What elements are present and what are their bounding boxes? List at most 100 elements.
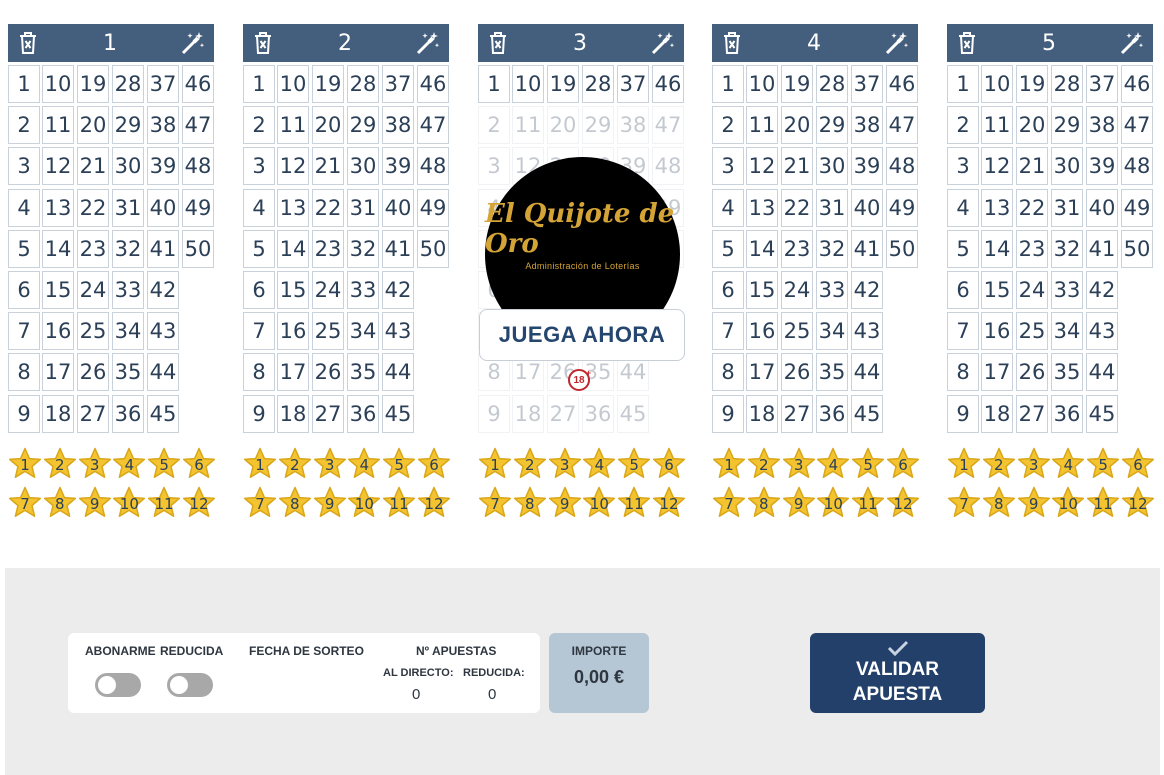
number-cell[interactable]: 42 — [851, 271, 883, 309]
number-cell[interactable]: 36 — [347, 394, 379, 433]
number-cell[interactable]: 11 — [746, 106, 778, 145]
star-cell[interactable]: 2 — [43, 447, 77, 481]
star-cell[interactable]: 1 — [8, 447, 42, 481]
number-cell[interactable]: 9 — [243, 394, 275, 433]
trash-icon[interactable] — [486, 30, 510, 56]
star-cell[interactable]: 1 — [712, 447, 746, 481]
number-cell[interactable]: 48 — [1121, 147, 1153, 186]
number-cell[interactable]: 24 — [77, 271, 109, 309]
number-cell[interactable]: 25 — [312, 312, 344, 351]
number-cell[interactable]: 31 — [816, 188, 848, 227]
number-cell[interactable]: 20 — [1016, 106, 1048, 145]
number-cell[interactable]: 39 — [1086, 147, 1118, 186]
number-cell[interactable]: 32 — [1051, 229, 1083, 268]
number-cell[interactable]: 7 — [243, 312, 275, 351]
number-cell[interactable]: 12 — [277, 147, 309, 186]
number-cell[interactable]: 5 — [947, 229, 979, 268]
number-cell[interactable]: 24 — [312, 271, 344, 309]
number-cell[interactable]: 29 — [347, 106, 379, 145]
number-cell[interactable]: 18 — [42, 394, 74, 433]
number-cell[interactable]: 13 — [277, 188, 309, 227]
star-cell[interactable]: 9 — [782, 486, 816, 520]
magic-wand-icon[interactable] — [1119, 30, 1145, 56]
number-cell[interactable]: 7 — [712, 312, 744, 351]
star-cell[interactable]: 9 — [548, 486, 582, 520]
number-cell[interactable]: 15 — [42, 271, 74, 309]
number-cell[interactable]: 8 — [712, 353, 744, 392]
number-cell[interactable]: 1 — [478, 65, 510, 103]
number-cell[interactable]: 3 — [243, 147, 275, 186]
number-cell[interactable]: 2 — [243, 106, 275, 145]
trash-icon[interactable] — [720, 30, 744, 56]
number-cell[interactable]: 35 — [816, 353, 848, 392]
number-cell[interactable]: 34 — [347, 312, 379, 351]
number-cell[interactable]: 26 — [312, 353, 344, 392]
star-cell[interactable]: 3 — [1017, 447, 1051, 481]
star-cell[interactable]: 9 — [78, 486, 112, 520]
number-cell[interactable]: 1 — [712, 65, 744, 103]
number-cell[interactable]: 21 — [1016, 147, 1048, 186]
star-cell[interactable]: 10 — [347, 486, 381, 520]
number-cell[interactable]: 41 — [851, 229, 883, 268]
number-cell[interactable]: 44 — [851, 353, 883, 392]
star-cell[interactable]: 11 — [617, 486, 651, 520]
star-cell[interactable]: 8 — [747, 486, 781, 520]
number-cell[interactable]: 44 — [382, 353, 414, 392]
number-cell[interactable]: 25 — [781, 312, 813, 351]
number-cell[interactable]: 44 — [147, 353, 179, 392]
star-cell[interactable]: 6 — [652, 447, 686, 481]
number-cell[interactable]: 39 — [851, 147, 883, 186]
number-cell[interactable]: 43 — [1086, 312, 1118, 351]
number-cell[interactable]: 39 — [382, 147, 414, 186]
number-cell[interactable]: 13 — [42, 188, 74, 227]
number-cell[interactable]: 33 — [347, 271, 379, 309]
number-cell[interactable]: 30 — [112, 147, 144, 186]
star-cell[interactable]: 9 — [313, 486, 347, 520]
number-cell[interactable]: 2 — [712, 106, 744, 145]
number-cell[interactable]: 6 — [243, 271, 275, 309]
number-cell[interactable]: 37 — [851, 65, 883, 103]
star-cell[interactable]: 1 — [478, 447, 512, 481]
magic-wand-icon[interactable] — [650, 30, 676, 56]
number-cell[interactable]: 38 — [382, 106, 414, 145]
number-cell[interactable]: 11 — [277, 106, 309, 145]
star-cell[interactable]: 12 — [886, 486, 920, 520]
number-cell[interactable]: 42 — [147, 271, 179, 309]
star-cell[interactable]: 12 — [417, 486, 451, 520]
number-cell[interactable]: 22 — [312, 188, 344, 227]
number-cell[interactable]: 48 — [886, 147, 918, 186]
number-cell[interactable]: 21 — [77, 147, 109, 186]
abonarme-toggle[interactable] — [95, 673, 141, 697]
star-cell[interactable]: 7 — [947, 486, 981, 520]
number-cell[interactable]: 37 — [147, 65, 179, 103]
star-cell[interactable]: 10 — [816, 486, 850, 520]
number-cell[interactable]: 47 — [1121, 106, 1153, 145]
star-cell[interactable]: 2 — [982, 447, 1016, 481]
number-cell[interactable]: 6 — [712, 271, 744, 309]
number-cell[interactable]: 7 — [8, 312, 40, 351]
number-cell[interactable]: 25 — [77, 312, 109, 351]
star-cell[interactable]: 3 — [313, 447, 347, 481]
number-cell[interactable]: 17 — [746, 353, 778, 392]
number-cell[interactable]: 8 — [8, 353, 40, 392]
number-cell[interactable]: 50 — [182, 229, 214, 268]
number-cell[interactable]: 37 — [1086, 65, 1118, 103]
number-cell[interactable]: 15 — [277, 271, 309, 309]
magic-wand-icon[interactable] — [884, 30, 910, 56]
star-cell[interactable]: 10 — [112, 486, 146, 520]
number-cell[interactable]: 32 — [347, 229, 379, 268]
number-cell[interactable]: 29 — [1051, 106, 1083, 145]
number-cell[interactable]: 47 — [886, 106, 918, 145]
number-cell[interactable]: 46 — [1121, 65, 1153, 103]
star-cell[interactable]: 12 — [652, 486, 686, 520]
number-cell[interactable]: 32 — [816, 229, 848, 268]
star-cell[interactable]: 7 — [712, 486, 746, 520]
number-cell[interactable]: 31 — [1051, 188, 1083, 227]
number-cell[interactable]: 49 — [182, 188, 214, 227]
number-cell[interactable]: 28 — [347, 65, 379, 103]
number-cell[interactable]: 48 — [182, 147, 214, 186]
number-cell[interactable]: 4 — [947, 188, 979, 227]
number-cell[interactable]: 45 — [382, 394, 414, 433]
star-cell[interactable]: 12 — [1121, 486, 1155, 520]
number-cell[interactable]: 36 — [816, 394, 848, 433]
